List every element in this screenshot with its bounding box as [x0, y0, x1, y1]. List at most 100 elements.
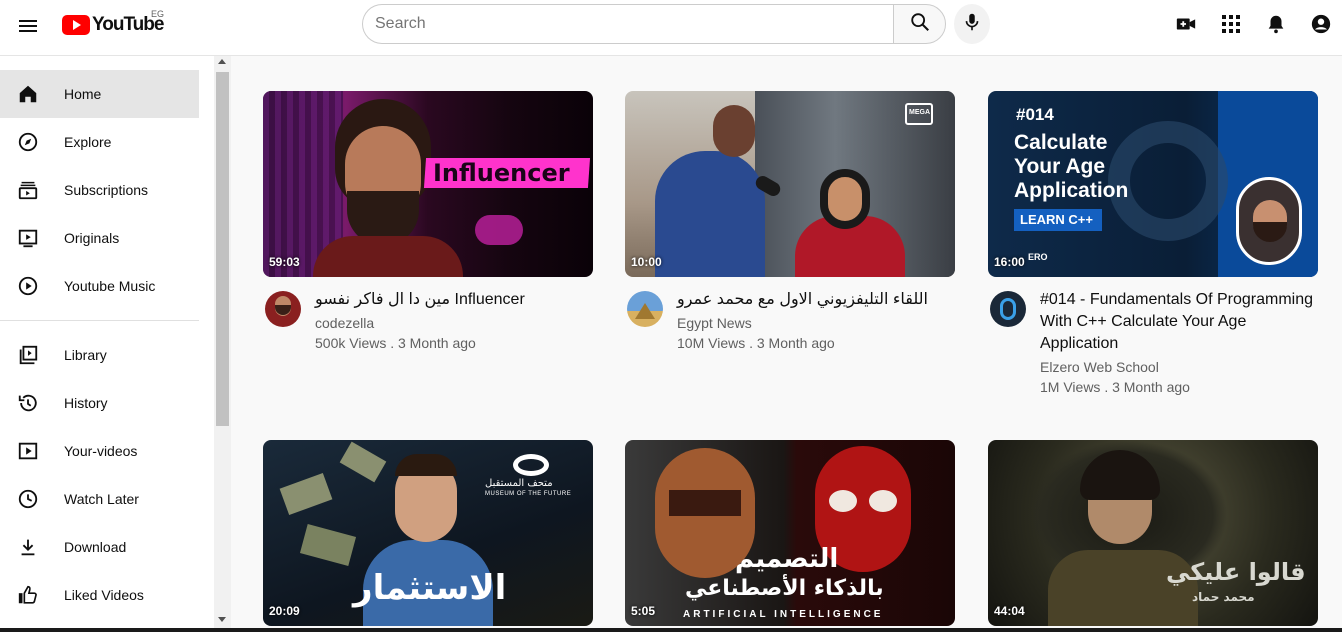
originals-icon	[16, 226, 40, 250]
sidebar-item-label: Watch Later	[64, 491, 139, 507]
sidebar: Home Explore Subscriptions Originals You…	[0, 56, 214, 632]
video-card[interactable]: Influencer 59:03 مين دا ال فاكر نفسو Inf…	[263, 91, 593, 399]
video-thumbnail[interactable]: MEGA 10:00	[625, 91, 955, 277]
apps-grid-icon[interactable]	[1219, 12, 1243, 36]
museum-name-en: MUSEUM OF THE FUTURE	[485, 491, 572, 497]
banknote-shape	[299, 524, 357, 566]
video-thumbnail[interactable]: #014 Calculate Your Age Application LEAR…	[988, 91, 1318, 277]
video-title[interactable]: #014 - Fundamentals Of Programming With …	[1040, 289, 1318, 355]
banknote-shape	[339, 441, 387, 483]
video-duration: 20:09	[269, 604, 300, 618]
sidebar-item-originals[interactable]: Originals	[0, 214, 199, 262]
music-icon	[16, 274, 40, 298]
youtube-play-icon	[62, 15, 90, 35]
create-video-icon[interactable]	[1174, 12, 1198, 36]
library-icon	[16, 343, 40, 367]
sidebar-item-download[interactable]: Download	[0, 523, 199, 571]
video-card[interactable]: التصميم بالذكاء الأصطناعي ARTIFICIAL INT…	[625, 440, 955, 626]
sidebar-item-library[interactable]: Library	[0, 331, 199, 379]
sidebar-divider	[0, 320, 199, 321]
interviewer-body	[655, 151, 765, 277]
video-meta: #014 - Fundamentals Of Programming With …	[988, 289, 1318, 399]
notifications-bell-icon[interactable]	[1264, 12, 1288, 36]
person-hair	[395, 454, 457, 476]
sidebar-item-your-videos[interactable]: Your-videos	[0, 427, 199, 475]
video-card[interactable]: #014 Calculate Your Age Application LEAR…	[988, 91, 1318, 399]
video-title[interactable]: مين دا ال فاكر نفسو Influencer	[315, 289, 593, 311]
sidebar-item-liked-videos[interactable]: Liked Videos	[0, 571, 199, 619]
thumbnail-text: Influencer	[433, 159, 570, 187]
sidebar-item-home[interactable]: Home	[0, 70, 199, 118]
search-icon	[909, 11, 931, 38]
top-header: YouTube EG	[0, 0, 1342, 56]
video-card[interactable]: قالوا عليكي محمد حماد 44:04	[988, 440, 1318, 626]
presenter-portrait	[1236, 177, 1302, 265]
history-icon	[16, 391, 40, 415]
video-duration: 16:00	[994, 255, 1025, 269]
video-card[interactable]: متحف المستقبل MUSEUM OF THE FUTURE الاست…	[263, 440, 593, 626]
spider-eye	[829, 490, 857, 512]
video-duration: 59:03	[269, 255, 300, 269]
video-thumbnail[interactable]: قالوا عليكي محمد حماد 44:04	[988, 440, 1318, 626]
country-code: EG	[151, 9, 165, 19]
sidebar-item-label: Library	[64, 347, 107, 363]
channel-name[interactable]: codezella	[315, 315, 593, 331]
sidebar-item-watch-later[interactable]: Watch Later	[0, 475, 199, 523]
museum-logo	[513, 454, 549, 476]
video-thumbnail[interactable]: التصميم بالذكاء الأصطناعي ARTIFICIAL INT…	[625, 440, 955, 626]
search-input[interactable]	[362, 4, 893, 44]
video-stats: 1M Views . 3 Month ago	[1040, 379, 1190, 395]
home-icon	[16, 82, 40, 106]
video-duration: 5:05	[631, 604, 656, 618]
channel-avatar[interactable]	[627, 291, 663, 327]
museum-name-ar: متحف المستقبل	[485, 478, 553, 489]
interviewer-face	[713, 105, 755, 157]
sidebar-item-label: Your-videos	[64, 443, 138, 459]
sidebar-item-history[interactable]: History	[0, 379, 199, 427]
video-meta: اللقاء التليفزيوني الاول مع محمد عمرو Eg…	[625, 289, 955, 399]
sidebar-item-youtube-music[interactable]: Youtube Music	[0, 262, 199, 310]
search-button[interactable]	[893, 4, 946, 44]
thumbnail-line: محمد حماد	[1192, 590, 1255, 604]
microphone-icon	[961, 11, 983, 38]
sidebar-item-explore[interactable]: Explore	[0, 118, 199, 166]
scroll-up-arrow-icon[interactable]	[218, 59, 226, 64]
cloud-shape	[475, 215, 523, 245]
search-bar	[362, 4, 946, 44]
video-thumbnail[interactable]: متحف المستقبل MUSEUM OF THE FUTURE الاست…	[263, 440, 593, 626]
voice-search-button[interactable]	[954, 4, 990, 44]
hamburger-menu-icon[interactable]	[16, 14, 40, 38]
channel-name[interactable]: Elzero Web School	[1040, 359, 1318, 375]
video-duration: 10:00	[631, 255, 662, 269]
person-shirt	[313, 236, 463, 277]
thumbnail-line: بالذكاء الأصطناعي	[685, 576, 884, 601]
thumbnail-line: Your Age	[1014, 155, 1106, 178]
thumbnail-subtitle: ARTIFICIAL INTELLIGENCE	[683, 609, 884, 620]
scroll-down-arrow-icon[interactable]	[218, 617, 226, 622]
sidebar-item-label: History	[64, 395, 108, 411]
video-title[interactable]: اللقاء التليفزيوني الاول مع محمد عمرو	[677, 289, 955, 311]
watermark-text: MEGA	[909, 109, 930, 116]
scrollbar-thumb[interactable]	[216, 72, 229, 426]
channel-name[interactable]: Egypt News	[677, 315, 955, 331]
video-duration: 44:04	[994, 604, 1025, 618]
window-bottom-edge	[0, 628, 1342, 632]
banknote-shape	[279, 472, 333, 516]
video-card[interactable]: MEGA 10:00 اللقاء التليفزيوني الاول مع م…	[625, 91, 955, 399]
sidebar-item-label: Home	[64, 86, 102, 102]
thumbnail-title: الاستثمار	[353, 568, 507, 608]
sidebar-item-label: Subscriptions	[64, 182, 149, 198]
video-stats: 500k Views . 3 Month ago	[315, 335, 476, 351]
channel-avatar[interactable]	[265, 291, 301, 327]
sidebar-item-label: Youtube Music	[64, 278, 156, 294]
thumbnail-line: التصميم	[735, 544, 839, 574]
account-avatar-icon[interactable]	[1309, 12, 1333, 36]
channel-avatar[interactable]	[990, 291, 1026, 327]
sidebar-scrollbar[interactable]	[214, 56, 231, 632]
video-thumbnail[interactable]: Influencer 59:03	[263, 91, 593, 277]
sidebar-item-subscriptions[interactable]: Subscriptions	[0, 166, 199, 214]
your-videos-icon	[16, 439, 40, 463]
thumbnail-brand: ERO	[1028, 252, 1048, 262]
video-meta: مين دا ال فاكر نفسو Influencer codezella…	[263, 289, 593, 399]
youtube-logo[interactable]: YouTube	[62, 14, 164, 36]
